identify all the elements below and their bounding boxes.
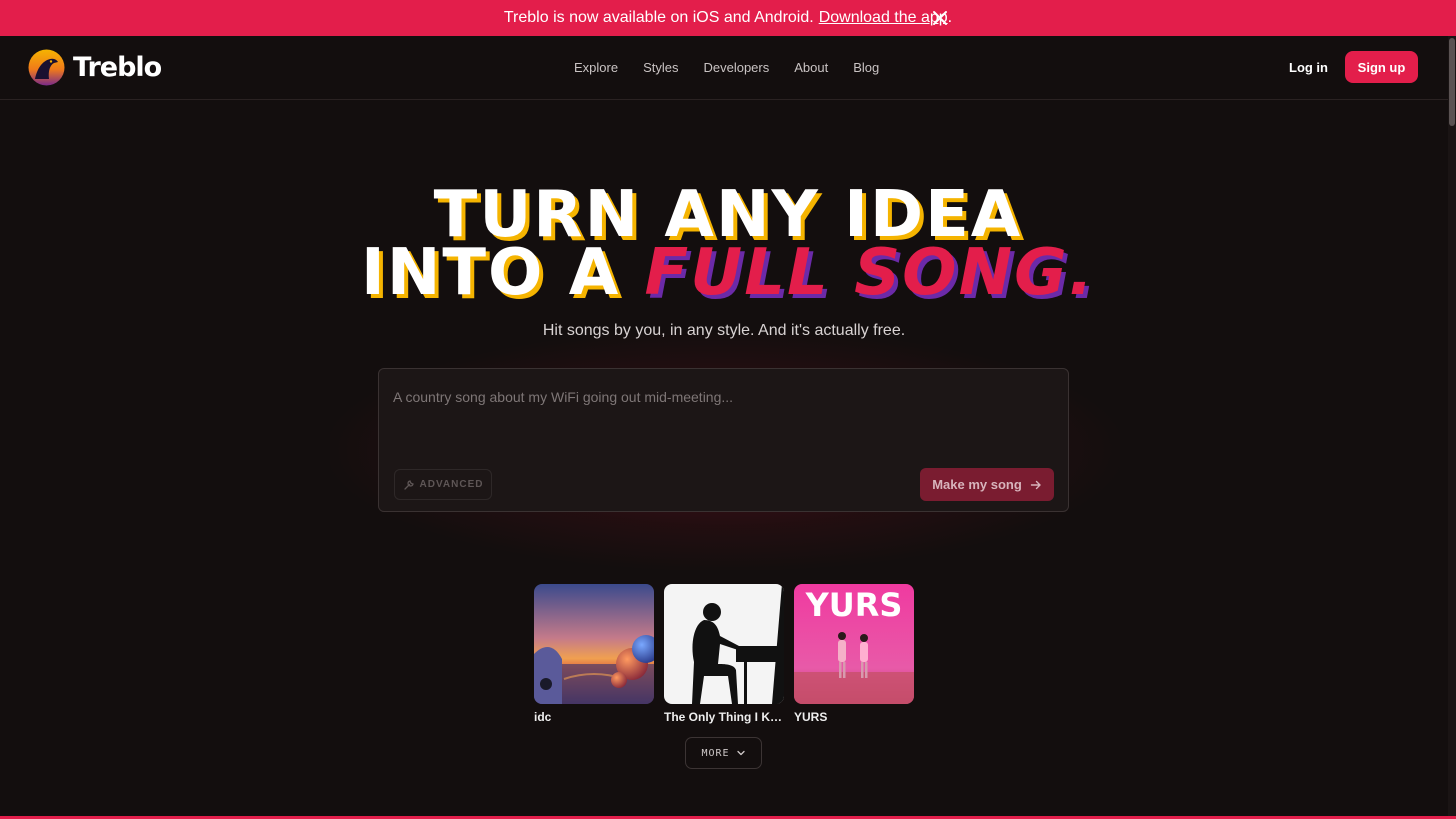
- banner-suffix: .: [947, 9, 953, 26]
- nav-about[interactable]: About: [794, 60, 828, 75]
- song-cover-image: YURS: [794, 584, 914, 704]
- song-card[interactable]: idc: [534, 584, 654, 724]
- song-cover-image: [664, 584, 784, 704]
- top-navigation: Treblo Explore Styles Developers About B…: [0, 36, 1448, 100]
- song-card[interactable]: YURS YURS: [794, 584, 914, 724]
- song-card[interactable]: The Only Thing I Know For Real: [664, 584, 784, 724]
- chevron-down-icon: [736, 750, 745, 756]
- close-icon[interactable]: [932, 10, 948, 26]
- arrow-right-icon: [1030, 480, 1041, 489]
- scrollbar-thumb[interactable]: [1449, 38, 1455, 126]
- song-title: idc: [534, 710, 552, 724]
- nav-blog[interactable]: Blog: [853, 60, 879, 75]
- hero-subtitle: Hit songs by you, in any style. And it's…: [542, 322, 906, 339]
- song-title: The Only Thing I Know For Real: [664, 710, 784, 724]
- more-button[interactable]: MORE: [685, 737, 762, 769]
- make-my-song-button[interactable]: Make my song: [920, 468, 1054, 501]
- song-prompt-box: ADVANCED Make my song: [378, 368, 1069, 512]
- logo[interactable]: Treblo: [28, 49, 162, 86]
- featured-songs: idc The Only Thing I Know For Real: [534, 584, 914, 724]
- wrench-icon: [403, 479, 414, 490]
- download-app-link[interactable]: Download the app: [819, 9, 948, 27]
- nav-explore[interactable]: Explore: [574, 60, 618, 75]
- treblo-bird-logo-icon: [28, 49, 65, 86]
- hero-title: TURN ANY IDEA INTO A FULL SONG.: [0, 183, 1456, 305]
- song-cover-image: [534, 584, 654, 704]
- nav-styles[interactable]: Styles: [643, 60, 678, 75]
- login-link[interactable]: Log in: [1289, 60, 1328, 75]
- brand-name: Treblo: [73, 52, 162, 83]
- more-label: MORE: [701, 747, 730, 759]
- nav-developers[interactable]: Developers: [703, 60, 769, 75]
- banner-text: Treblo is now available on iOS and Andro…: [503, 9, 814, 26]
- page-scrollbar[interactable]: [1448, 36, 1456, 819]
- cover-text: YURS: [805, 586, 903, 624]
- hero-line-2-highlight: FULL SONG.: [644, 236, 1095, 310]
- song-prompt-input[interactable]: [393, 385, 1053, 409]
- advanced-label: ADVANCED: [419, 479, 484, 490]
- announcement-banner: Treblo is now available on iOS and Andro…: [0, 0, 1456, 36]
- song-title: YURS: [794, 710, 828, 724]
- make-my-song-label: Make my song: [932, 477, 1022, 492]
- signup-button[interactable]: Sign up: [1345, 51, 1418, 83]
- nav-links: Explore Styles Developers About Blog: [574, 60, 879, 75]
- hero-line-2: INTO A FULL SONG.: [0, 241, 1456, 305]
- advanced-button[interactable]: ADVANCED: [394, 469, 492, 500]
- hero-line-2-white: INTO A: [361, 236, 645, 310]
